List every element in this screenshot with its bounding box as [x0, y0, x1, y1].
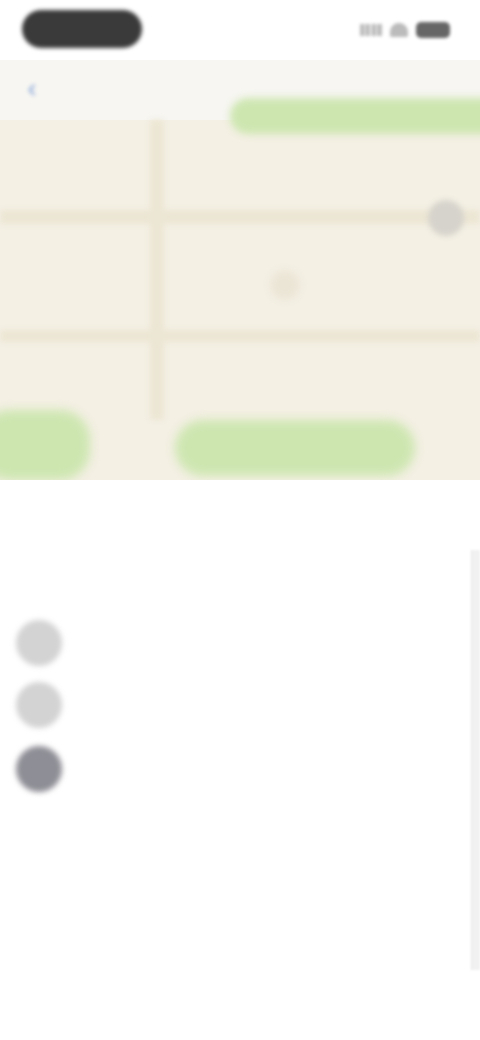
status-icons — [360, 20, 450, 40]
dynamic-island — [22, 10, 142, 48]
list-item[interactable] — [16, 746, 316, 802]
map-road — [0, 330, 480, 342]
status-bar — [0, 0, 480, 60]
avatar — [16, 682, 62, 728]
map-road — [0, 210, 480, 224]
park-area — [230, 98, 480, 134]
map-road — [150, 120, 164, 420]
back-button[interactable]: ‹ — [14, 70, 50, 106]
chevron-left-icon: ‹ — [27, 72, 37, 103]
avatar — [16, 620, 62, 666]
park-area — [175, 420, 415, 476]
compass-icon[interactable] — [428, 200, 464, 236]
map-view[interactable]: ‹ — [0, 60, 480, 480]
scrollbar[interactable] — [471, 550, 480, 970]
place-info-panel — [0, 480, 480, 1040]
map-marker-icon[interactable] — [270, 270, 300, 300]
list-item[interactable] — [16, 620, 316, 676]
avatar — [16, 746, 62, 792]
signal-icon — [360, 24, 382, 36]
wifi-icon — [390, 23, 408, 37]
park-area — [0, 410, 90, 480]
list-item[interactable] — [16, 682, 316, 738]
battery-icon — [416, 22, 450, 38]
